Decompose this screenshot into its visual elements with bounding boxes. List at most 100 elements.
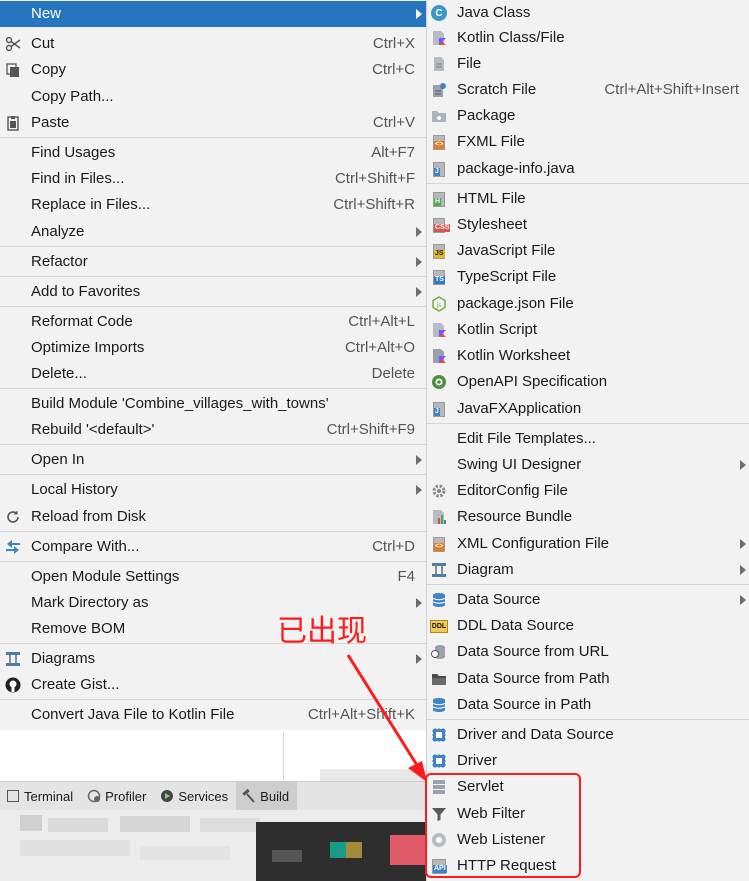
- database-icon: [431, 592, 447, 608]
- kotlin-script-icon: [431, 322, 447, 338]
- menu-item-build-module[interactable]: Build Module 'Combine_villages_with_town…: [0, 391, 426, 417]
- cut-shortcut: Ctrl+X: [372, 35, 415, 52]
- submenu-arrow-icon: [416, 287, 422, 297]
- menu-item-driver[interactable]: Driver: [427, 748, 749, 774]
- menu-item-stylesheet[interactable]: CSS Stylesheet: [427, 212, 749, 238]
- menu-separator: [427, 423, 749, 424]
- menu-item-analyze[interactable]: Analyze: [0, 219, 426, 245]
- menu-item-data-source[interactable]: Data Source: [427, 587, 749, 613]
- menu-item-reformat-code[interactable]: Reformat Code Ctrl+Alt+L: [0, 309, 426, 335]
- menu-separator: [0, 531, 426, 532]
- menu-item-convert-java-to-kotlin[interactable]: Convert Java File to Kotlin File Ctrl+Al…: [0, 702, 426, 728]
- menu-item-optimize-imports[interactable]: Optimize Imports Ctrl+Alt+O: [0, 335, 426, 361]
- resource-bundle-icon: [431, 509, 447, 525]
- menu-item-create-gist[interactable]: Create Gist...: [0, 672, 426, 698]
- tab-terminal[interactable]: Terminal: [0, 782, 81, 810]
- submenu-arrow-icon: [416, 257, 422, 267]
- menu-separator: [0, 699, 426, 700]
- typescript-file-icon: TS: [431, 269, 447, 285]
- submenu-arrow-icon: [416, 598, 422, 608]
- menu-separator: [427, 719, 749, 720]
- driver-icon: [431, 727, 447, 743]
- css-file-icon: CSS: [431, 217, 451, 233]
- menu-item-replace-in-files[interactable]: Replace in Files... Ctrl+Shift+R: [0, 192, 426, 218]
- menu-item-xml-configuration-file[interactable]: <> XML Configuration File: [427, 531, 749, 557]
- menu-item-package[interactable]: Package: [427, 103, 749, 129]
- menu-item-data-source-in-path[interactable]: Data Source in Path: [427, 692, 749, 718]
- menu-item-resource-bundle[interactable]: Resource Bundle: [427, 504, 749, 530]
- tab-profiler[interactable]: Profiler: [81, 782, 154, 810]
- paste-label: Paste: [31, 114, 70, 131]
- menu-separator: [427, 183, 749, 184]
- kotlin-file-icon: [431, 30, 447, 46]
- xml-file-icon: <>: [431, 536, 447, 552]
- menu-item-java-class[interactable]: C Java Class: [427, 0, 749, 26]
- menu-item-ddl-data-source[interactable]: DDL DDL Data Source: [427, 613, 749, 639]
- menu-item-scratch-file[interactable]: Scratch File Ctrl+Alt+Shift+Insert: [427, 77, 749, 103]
- bottom-tool-window-bar: Terminal Profiler Services Build: [0, 781, 426, 810]
- menu-item-cut[interactable]: Cut Ctrl+X: [0, 31, 426, 57]
- menu-item-copy-path[interactable]: Copy Path...: [0, 84, 426, 110]
- java-file-icon: J: [431, 161, 447, 177]
- menu-item-kotlin-worksheet[interactable]: Kotlin Worksheet: [427, 343, 749, 369]
- driver-icon: [431, 753, 447, 769]
- menu-item-kotlin-script[interactable]: Kotlin Script: [427, 317, 749, 343]
- submenu-arrow-icon: [416, 654, 422, 664]
- menu-item-new[interactable]: New: [0, 1, 426, 27]
- menu-item-rebuild[interactable]: Rebuild '<default>' Ctrl+Shift+F9: [0, 417, 426, 443]
- annotation-label: 已出现: [277, 614, 367, 649]
- menu-separator: [0, 474, 426, 475]
- menu-item-delete[interactable]: Delete... Delete: [0, 361, 426, 387]
- menu-item-open-in[interactable]: Open In: [0, 447, 426, 473]
- services-icon: [160, 789, 174, 803]
- file-icon: [431, 56, 447, 72]
- menu-separator: [0, 306, 426, 307]
- menu-item-find-in-files[interactable]: Find in Files... Ctrl+Shift+F: [0, 166, 426, 192]
- menu-item-swing-ui-designer[interactable]: Swing UI Designer: [427, 452, 749, 478]
- menu-item-package-json[interactable]: js package.json File: [427, 291, 749, 317]
- menu-item-compare-with[interactable]: Compare With... Ctrl+D: [0, 534, 426, 560]
- menu-item-file[interactable]: File: [427, 51, 749, 77]
- copy-label: Copy: [31, 61, 67, 78]
- menu-item-openapi[interactable]: OpenAPI Specification: [427, 369, 749, 395]
- menu-item-html-file[interactable]: H HTML File: [427, 186, 749, 212]
- tab-build[interactable]: Build: [236, 782, 298, 810]
- menu-item-fxml-file[interactable]: <> FXML File: [427, 129, 749, 155]
- menu-item-paste[interactable]: Paste Ctrl+V: [0, 110, 426, 136]
- submenu-arrow-icon: [740, 595, 746, 605]
- diagram-icon: [431, 562, 447, 578]
- menu-item-kotlin-class[interactable]: Kotlin Class/File: [427, 25, 749, 51]
- menu-item-driver-and-data-source[interactable]: Driver and Data Source: [427, 722, 749, 748]
- github-icon: [5, 677, 21, 693]
- folder-icon: [431, 671, 447, 687]
- paste-shortcut: Ctrl+V: [372, 114, 415, 131]
- menu-item-package-info[interactable]: J package-info.java: [427, 156, 749, 182]
- submenu-arrow-icon: [740, 565, 746, 575]
- menu-item-javascript-file[interactable]: JS JavaScript File: [427, 238, 749, 264]
- java-file-icon: J: [431, 401, 447, 417]
- menu-item-refactor[interactable]: Refactor: [0, 249, 426, 275]
- menu-item-typescript-file[interactable]: TS TypeScript File: [427, 264, 749, 290]
- menu-item-data-source-url[interactable]: Data Source from URL: [427, 639, 749, 665]
- menu-item-edit-file-templates[interactable]: Edit File Templates...: [427, 426, 749, 452]
- menu-item-copy[interactable]: Copy Ctrl+C: [0, 57, 426, 83]
- tab-services[interactable]: Services: [154, 782, 236, 810]
- submenu-arrow-icon: [416, 227, 422, 237]
- cut-label: Cut: [31, 35, 55, 52]
- menu-item-add-to-favorites[interactable]: Add to Favorites: [0, 279, 426, 305]
- menu-item-diagram[interactable]: Diagram: [427, 557, 749, 583]
- menu-separator: [0, 137, 426, 138]
- menu-item-open-module-settings[interactable]: Open Module Settings F4: [0, 564, 426, 590]
- menu-item-data-source-path[interactable]: Data Source from Path: [427, 666, 749, 692]
- submenu-arrow-icon: [740, 460, 746, 470]
- menu-item-find-usages[interactable]: Find Usages Alt+F7: [0, 140, 426, 166]
- menu-item-reload-from-disk[interactable]: Reload from Disk: [0, 504, 426, 530]
- svg-text:js: js: [436, 302, 442, 309]
- kotlin-worksheet-icon: [431, 348, 447, 364]
- menu-item-javafx-application[interactable]: J JavaFXApplication: [427, 396, 749, 422]
- copy-shortcut: Ctrl+C: [372, 61, 415, 78]
- menu-item-editorconfig-file[interactable]: EditorConfig File: [427, 478, 749, 504]
- menu-separator: [0, 561, 426, 562]
- database-icon: [431, 697, 447, 713]
- menu-item-local-history[interactable]: Local History: [0, 477, 426, 503]
